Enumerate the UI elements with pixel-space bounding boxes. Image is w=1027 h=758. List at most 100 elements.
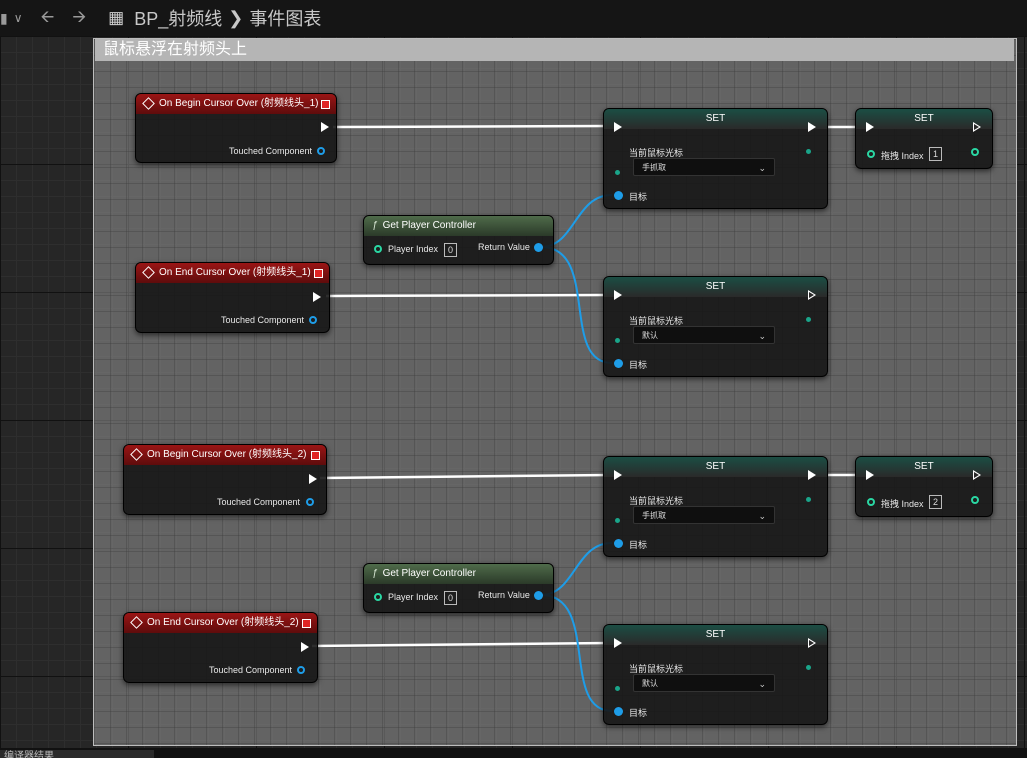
- touched-component-pin[interactable]: [317, 147, 325, 155]
- event-title: On End Cursor Over (射频线头_2): [147, 617, 299, 628]
- drag-index-input[interactable]: 1: [929, 147, 942, 161]
- delegate-pin-icon[interactable]: [302, 619, 311, 628]
- event-header[interactable]: On End Cursor Over (射频线头_1): [136, 263, 329, 283]
- get-player-controller-node-1[interactable]: ƒ Get Player Controller Player Index 0 Re…: [363, 215, 554, 265]
- set-cursor-node-4[interactable]: SET 当前鼠标光标 默认 ⌄ 目标: [603, 624, 828, 725]
- cursor-input-pin[interactable]: [615, 170, 620, 175]
- function-header[interactable]: ƒ Get Player Controller: [364, 216, 553, 236]
- return-value-pin[interactable]: [534, 243, 543, 252]
- cursor-output-pin[interactable]: [806, 149, 811, 154]
- exec-out-pin[interactable]: [973, 122, 981, 132]
- exec-out-pin[interactable]: [808, 638, 816, 648]
- target-label: 目标: [629, 360, 648, 370]
- exec-out-pin[interactable]: [808, 122, 816, 132]
- touched-component-label: Touched Component: [221, 315, 305, 325]
- drag-index-output-pin[interactable]: [971, 148, 979, 156]
- set-header[interactable]: SET: [856, 457, 992, 477]
- cursor-type-select[interactable]: 手抓取 ⌄: [633, 158, 775, 176]
- set-cursor-node-3[interactable]: SET 当前鼠标光标 手抓取 ⌄ 目标: [603, 456, 828, 557]
- set-header[interactable]: SET: [604, 625, 827, 645]
- event-header[interactable]: On End Cursor Over (射频线头_2): [124, 613, 317, 633]
- drag-index-input-pin[interactable]: [867, 150, 875, 158]
- exec-in-pin[interactable]: [614, 470, 622, 480]
- touched-component-label: Touched Component: [217, 497, 301, 507]
- compiler-results-tab[interactable]: 编译器结果: [0, 750, 154, 758]
- target-pin[interactable]: [614, 539, 623, 548]
- breadcrumb-separator-icon: ❯: [228, 7, 244, 28]
- exec-in-pin[interactable]: [614, 638, 622, 648]
- player-index-input[interactable]: 0: [444, 591, 457, 605]
- event-node-end-2[interactable]: On End Cursor Over (射频线头_2) Touched Comp…: [123, 612, 318, 683]
- set-header[interactable]: SET: [856, 109, 992, 129]
- target-pin[interactable]: [614, 707, 623, 716]
- return-value-label: Return Value: [478, 590, 530, 600]
- set-header[interactable]: SET: [604, 457, 827, 477]
- cursor-output-pin[interactable]: [806, 317, 811, 322]
- exec-out-pin[interactable]: [301, 642, 309, 652]
- exec-out-pin[interactable]: [973, 470, 981, 480]
- drag-index-input-pin[interactable]: [867, 498, 875, 506]
- cursor-type-select[interactable]: 手抓取 ⌄: [633, 506, 775, 524]
- player-index-pin[interactable]: [374, 245, 382, 253]
- set-drag-index-node-1[interactable]: SET 拖拽 Index 1: [855, 108, 993, 169]
- target-label: 目标: [629, 192, 648, 202]
- touched-component-pin[interactable]: [297, 666, 305, 674]
- event-header[interactable]: On Begin Cursor Over (射频线头_2): [124, 445, 326, 465]
- cursor-output-pin[interactable]: [806, 665, 811, 670]
- set-cursor-node-2[interactable]: SET 当前鼠标光标 默认 ⌄ 目标: [603, 276, 828, 377]
- return-value-pin[interactable]: [534, 591, 543, 600]
- event-icon: [142, 96, 155, 110]
- comment-title[interactable]: 鼠标悬浮在射频头上: [95, 39, 1014, 61]
- function-icon: ƒ: [372, 568, 378, 579]
- cursor-type-select[interactable]: 默认 ⌄: [633, 674, 775, 692]
- set-header[interactable]: SET: [604, 109, 827, 129]
- touched-component-pin[interactable]: [306, 498, 314, 506]
- delegate-pin-icon[interactable]: [321, 100, 330, 109]
- event-header[interactable]: On Begin Cursor Over (射频线头_1): [136, 94, 336, 114]
- bookmark-icon[interactable]: ▮: [0, 10, 8, 27]
- exec-out-pin[interactable]: [808, 290, 816, 300]
- breadcrumb-graph[interactable]: 事件图表: [249, 5, 321, 31]
- target-pin[interactable]: [614, 359, 623, 368]
- cursor-input-pin[interactable]: [615, 338, 620, 343]
- drag-index-input[interactable]: 2: [929, 495, 942, 509]
- breadcrumb-blueprint[interactable]: BP_射频线: [134, 5, 222, 31]
- exec-in-pin[interactable]: [866, 470, 874, 480]
- exec-out-pin[interactable]: [313, 292, 321, 302]
- exec-out-pin[interactable]: [309, 474, 317, 484]
- function-icon: ƒ: [372, 220, 378, 231]
- cursor-input-pin[interactable]: [615, 518, 620, 523]
- delegate-pin-icon[interactable]: [311, 451, 320, 460]
- set-cursor-node-1[interactable]: SET 当前鼠标光标 手抓取 ⌄ 目标: [603, 108, 828, 209]
- function-header[interactable]: ƒ Get Player Controller: [364, 564, 553, 584]
- exec-out-pin[interactable]: [321, 122, 329, 132]
- delegate-pin-icon[interactable]: [314, 269, 323, 278]
- player-index-pin[interactable]: [374, 593, 382, 601]
- cursor-output-pin[interactable]: [806, 497, 811, 502]
- set-header[interactable]: SET: [604, 277, 827, 297]
- set-drag-index-node-2[interactable]: SET 拖拽 Index 2: [855, 456, 993, 517]
- chevron-down-icon: ⌄: [758, 511, 766, 521]
- forward-arrow-icon[interactable]: 🡪: [72, 4, 86, 33]
- drag-index-output-pin[interactable]: [971, 496, 979, 504]
- event-node-end-1[interactable]: On End Cursor Over (射频线头_1) Touched Comp…: [135, 262, 330, 333]
- target-pin[interactable]: [614, 191, 623, 200]
- player-index-input[interactable]: 0: [444, 243, 457, 257]
- chevron-down-icon[interactable]: ∨: [14, 11, 23, 25]
- cursor-type-select[interactable]: 默认 ⌄: [633, 326, 775, 344]
- exec-in-pin[interactable]: [866, 122, 874, 132]
- exec-in-pin[interactable]: [614, 290, 622, 300]
- cursor-type-value: 手抓取: [642, 511, 666, 520]
- drag-index-label: 拖拽 Index: [881, 499, 924, 509]
- get-player-controller-node-2[interactable]: ƒ Get Player Controller Player Index 0 Re…: [363, 563, 554, 613]
- touched-component-label: Touched Component: [229, 146, 313, 156]
- back-arrow-icon[interactable]: 🡨: [41, 4, 55, 33]
- player-index-label: Player Index: [388, 244, 439, 254]
- event-node-begin-1[interactable]: On Begin Cursor Over (射频线头_1) Touched Co…: [135, 93, 337, 163]
- cursor-input-pin[interactable]: [615, 686, 620, 691]
- event-node-begin-2[interactable]: On Begin Cursor Over (射频线头_2) Touched Co…: [123, 444, 327, 515]
- return-value-label: Return Value: [478, 242, 530, 252]
- exec-in-pin[interactable]: [614, 122, 622, 132]
- touched-component-pin[interactable]: [309, 316, 317, 324]
- exec-out-pin[interactable]: [808, 470, 816, 480]
